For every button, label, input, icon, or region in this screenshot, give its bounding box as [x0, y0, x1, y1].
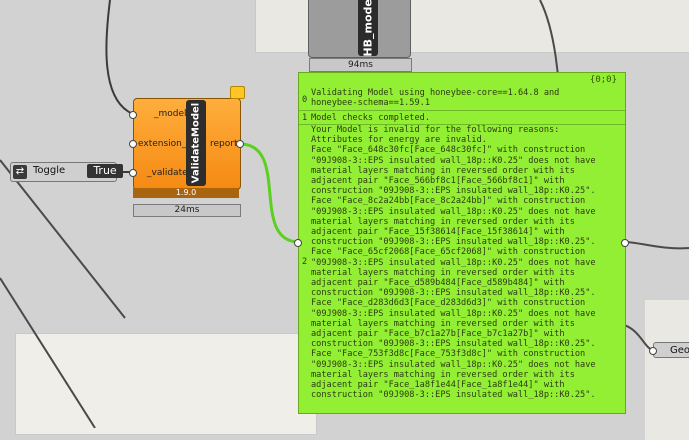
- wire-model-input: [105, 0, 134, 115]
- toggle-value[interactable]: True: [87, 164, 123, 178]
- wire-left-diagonal: [0, 159, 126, 319]
- version-label: 1.9.0: [133, 188, 239, 198]
- wire-report-to-panel: [239, 142, 299, 244]
- branch-text-2: Your Model is invalid for the following …: [311, 125, 596, 401]
- geo-component[interactable]: Geo: [653, 342, 689, 358]
- input-extension[interactable]: extension_: [138, 139, 186, 149]
- panel-index: {0;0}: [589, 75, 617, 85]
- input-validate[interactable]: _validate: [147, 168, 188, 178]
- branch-text-1: Model checks completed.: [311, 113, 430, 123]
- wire-panel-right: [623, 241, 689, 250]
- toggle-label: Toggle: [33, 165, 66, 176]
- toggle-icon: ⇄: [13, 165, 27, 179]
- output-report[interactable]: report: [210, 139, 238, 149]
- branch-index-0: 0: [302, 95, 308, 105]
- wire-left-diagonal-2: [0, 277, 96, 428]
- wire-to-geo: [623, 324, 654, 351]
- geo-port[interactable]: [649, 347, 657, 355]
- panel-output-port[interactable]: [621, 239, 629, 247]
- boolean-toggle[interactable]: ⇄ Toggle True: [10, 162, 123, 182]
- input-model[interactable]: _model: [154, 109, 187, 119]
- validate-model-nickname: ValidateModel: [186, 100, 206, 186]
- hb-model-timing: 94ms: [309, 58, 412, 72]
- port-validate[interactable]: [129, 169, 137, 177]
- grasshopper-canvas[interactable]: HB_model 94ms _model extension_ _validat…: [0, 0, 689, 440]
- port-model[interactable]: [129, 111, 137, 119]
- validate-timing: 24ms: [133, 204, 241, 217]
- branch-index-1: 1: [302, 113, 308, 123]
- port-extension[interactable]: [129, 140, 137, 148]
- branch-index-2: 2: [302, 257, 308, 267]
- branch-text-0: Validating Model using honeybee-core==1.…: [311, 88, 560, 109]
- note-icon: [230, 86, 245, 99]
- panel-input-port[interactable]: [294, 239, 302, 247]
- port-report[interactable]: [236, 140, 244, 148]
- hb-model-nickname: HB_model: [358, 0, 378, 57]
- report-panel[interactable]: {0;0} 0 Validating Model using honeybee-…: [298, 72, 626, 414]
- separator: [299, 110, 625, 111]
